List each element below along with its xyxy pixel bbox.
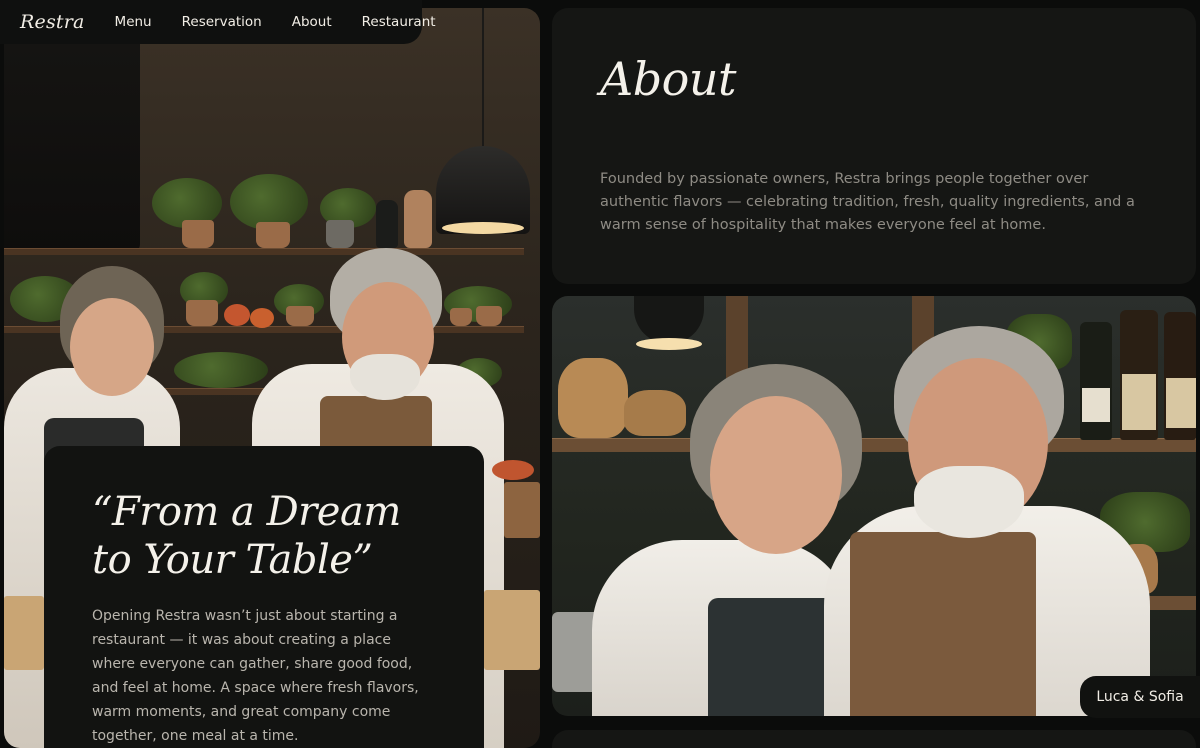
- kitchen-shelf: [154, 388, 264, 395]
- vase: [376, 200, 398, 248]
- wooden-counter: [504, 482, 540, 538]
- wine-bottle: [1080, 322, 1112, 440]
- woman-face: [70, 298, 154, 396]
- man-beard: [350, 354, 420, 400]
- plant-pot: [450, 308, 472, 326]
- man-beard: [914, 466, 1024, 538]
- bottle-label: [1082, 388, 1110, 422]
- nav-link-menu[interactable]: Menu: [115, 14, 152, 30]
- lamp-glow: [442, 222, 524, 234]
- quote-title: “From a Dream to Your Table”: [92, 489, 401, 583]
- plant-pot: [186, 300, 218, 326]
- plant-pot: [326, 220, 354, 248]
- owners-portrait-image: [552, 296, 1196, 716]
- about-card: About Founded by passionate owners, Rest…: [552, 8, 1196, 284]
- pasta-board: [484, 590, 540, 670]
- tomato: [224, 304, 250, 326]
- logo[interactable]: Restra: [20, 11, 85, 33]
- pendant-lamp: [436, 146, 530, 234]
- plant-pot: [476, 306, 502, 326]
- lamp-glow: [636, 338, 702, 350]
- pendant-lamp: [634, 296, 704, 344]
- story-quote-card: “From a Dream to Your Table” Opening Res…: [44, 446, 484, 748]
- nav-link-about[interactable]: About: [292, 14, 332, 30]
- vase: [404, 190, 432, 248]
- nav-link-restaurant[interactable]: Restaurant: [362, 14, 436, 30]
- plant-pot: [182, 220, 214, 248]
- wooden-bowl: [624, 390, 686, 436]
- nav-link-reservation[interactable]: Reservation: [182, 14, 262, 30]
- about-title: About: [600, 52, 736, 106]
- plant-pot: [286, 306, 314, 326]
- plant-pot: [256, 222, 290, 248]
- bottle-label: [1122, 374, 1156, 430]
- about-body: Founded by passionate owners, Restra bri…: [600, 171, 1135, 233]
- wall-shelf: [552, 438, 1196, 452]
- brown-apron: [850, 532, 1036, 716]
- woman-face: [710, 396, 842, 554]
- tomato: [250, 308, 274, 328]
- pasta-board: [4, 596, 44, 670]
- kitchen-shelf: [4, 248, 524, 255]
- bottle-label: [1166, 378, 1196, 428]
- lamp-cord: [482, 8, 484, 148]
- top-navigation: Restra Menu Reservation About Restaurant: [0, 0, 436, 44]
- quote-body: Opening Restra wasn’t just about startin…: [92, 608, 419, 744]
- wicker-basket: [558, 358, 628, 438]
- tomato-bowl: [492, 460, 534, 480]
- range-hood: [4, 44, 140, 254]
- next-section-card: [552, 730, 1196, 748]
- owners-name-tag: Luca & Sofia: [1080, 676, 1200, 718]
- herb-plant: [174, 352, 268, 388]
